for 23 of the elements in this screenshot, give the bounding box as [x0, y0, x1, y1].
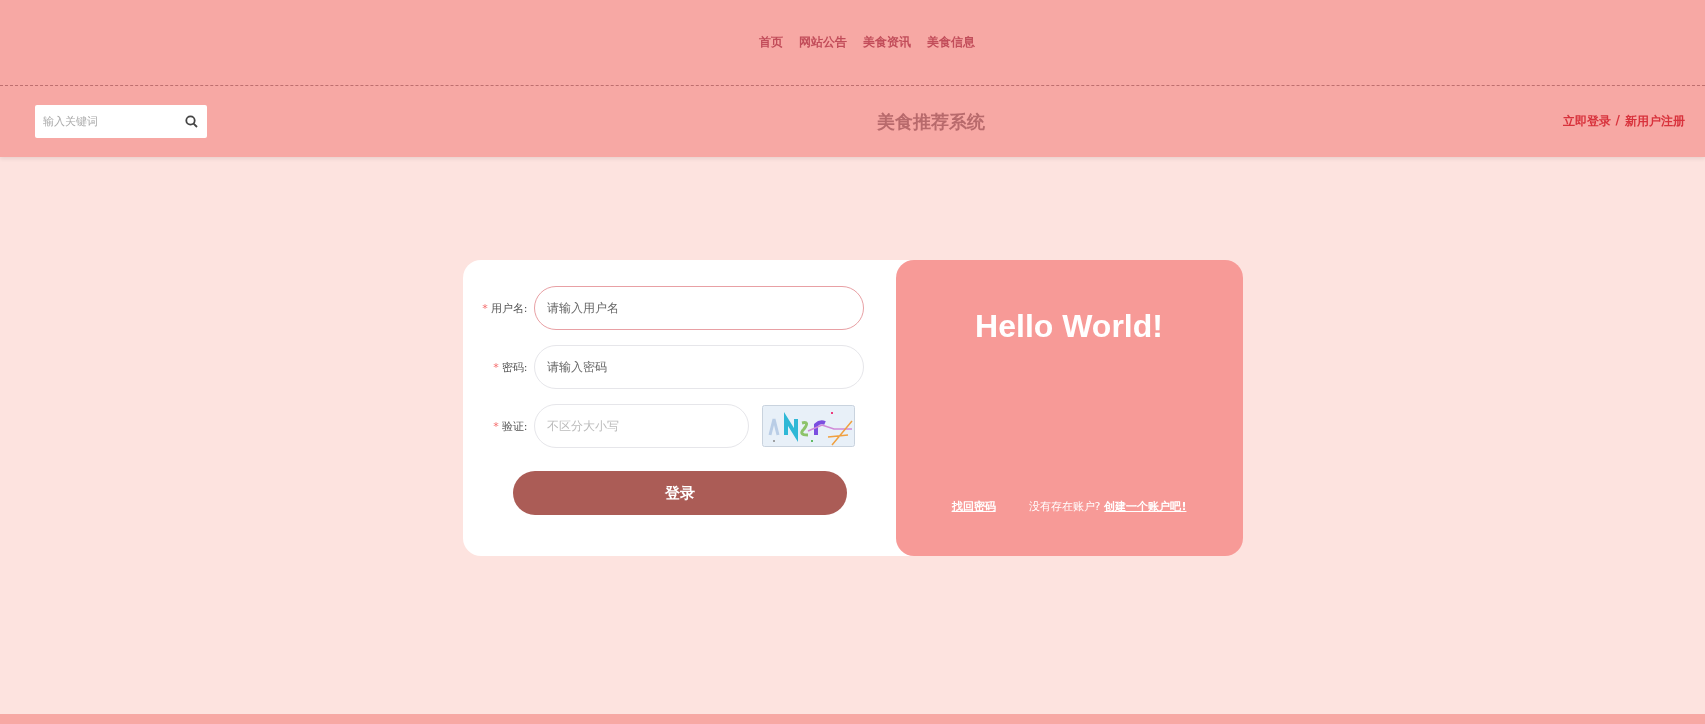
nav-link[interactable]: 网站公告: [798, 34, 847, 51]
field-label: 验证:: [501, 418, 528, 434]
required-mark: *: [493, 360, 499, 374]
nav-link[interactable]: 美食信息: [926, 34, 975, 51]
search-icon[interactable]: [185, 115, 198, 128]
site-title: 美食推荐系统: [876, 109, 986, 134]
login-button[interactable]: 登录: [512, 471, 847, 515]
register-link[interactable]: 新用户注册: [1625, 113, 1685, 130]
search-field[interactable]: 输入关键词: [35, 105, 207, 138]
forgot-password-link[interactable]: 找回密码: [951, 499, 996, 514]
required-mark: *: [493, 419, 499, 433]
field-label: 密码:: [501, 359, 528, 375]
text-field[interactable]: 请输入用户名: [533, 286, 864, 330]
required-mark: *: [482, 301, 488, 315]
login-link[interactable]: 立即登录: [1562, 113, 1611, 130]
field-label: 用户名:: [490, 300, 528, 316]
no-account-text: 没有存在账户?: [1028, 499, 1101, 514]
create-account-link[interactable]: 创建一个账户吧!: [1104, 499, 1187, 514]
nav-link[interactable]: 美食资讯: [862, 34, 911, 51]
nav-link[interactable]: 首页: [758, 34, 783, 51]
separator: /: [1615, 113, 1620, 129]
captcha-field[interactable]: 不区分大小写: [533, 404, 749, 448]
welcome-heading: Hello World!: [975, 308, 1163, 345]
